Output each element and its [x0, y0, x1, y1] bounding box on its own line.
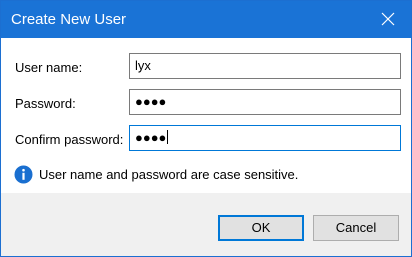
close-button[interactable] [365, 1, 411, 38]
username-input[interactable]: lyx [129, 53, 401, 79]
dialog-body: User name: lyx Password: ●●●● Confirm pa… [1, 38, 411, 193]
info-icon [14, 165, 33, 184]
username-value: lyx [135, 58, 151, 73]
confirm-password-value: ●●●● [135, 130, 167, 145]
ok-button[interactable]: OK [218, 215, 304, 241]
text-caret [167, 130, 169, 144]
confirm-password-label: Confirm password: [15, 132, 124, 147]
confirm-password-input[interactable]: ●●●● [129, 125, 401, 151]
info-text: User name and password are case sensitiv… [39, 167, 299, 182]
create-user-dialog: Create New User User name: lyx Password:… [0, 0, 412, 257]
password-value: ●●●● [135, 94, 167, 109]
close-icon [381, 12, 395, 26]
title-bar[interactable]: Create New User [1, 1, 411, 38]
password-label: Password: [15, 96, 76, 111]
password-input[interactable]: ●●●● [129, 89, 401, 115]
username-label: User name: [15, 60, 83, 75]
cancel-button[interactable]: Cancel [313, 215, 399, 241]
dialog-title: Create New User [11, 11, 127, 28]
